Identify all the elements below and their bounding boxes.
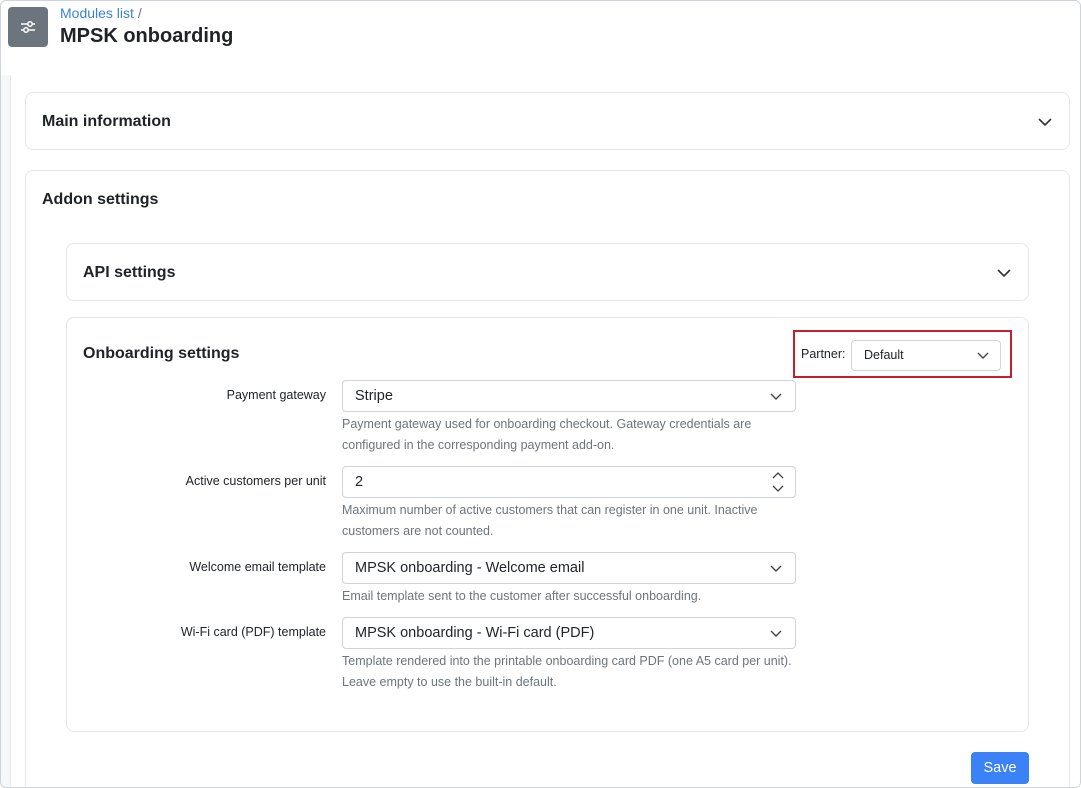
wifi-card-help: Template rendered into the printable onb… [342,654,792,689]
wifi-card-select[interactable]: MPSK onboarding - Wi-Fi card (PDF) [342,617,796,649]
chevron-down-icon [770,393,782,400]
wifi-card-value: MPSK onboarding - Wi-Fi card (PDF) [355,625,595,641]
breadcrumb: Modules list / [60,5,142,21]
welcome-email-help: Email template sent to the customer afte… [342,589,702,603]
partner-select-value: Default [864,348,904,362]
page-header: Modules list / MPSK onboarding [1,1,1080,75]
onboarding-settings-title: Onboarding settings [83,345,240,362]
active-customers-label: Active customers per unit [185,474,326,488]
api-settings-title: API settings [83,264,176,281]
active-customers-input[interactable]: 2 [342,466,796,498]
chevron-down-icon[interactable] [996,265,1012,281]
payment-gateway-select[interactable]: Stripe [342,380,796,412]
main-information-title: Main information [42,113,171,130]
active-customers-help: Maximum number of active customers that … [342,503,758,538]
chevron-down-icon[interactable] [1037,114,1053,130]
chevron-down-icon [977,352,989,359]
payment-gateway-value: Stripe [355,388,393,404]
wifi-card-label: Wi-Fi card (PDF) template [180,625,326,639]
welcome-email-select[interactable]: MPSK onboarding - Welcome email [342,552,796,584]
partner-label: Partner: [801,347,846,361]
sliders-icon [8,7,48,47]
number-stepper-icon[interactable] [771,470,785,494]
partner-highlight: Partner: Default [793,330,1012,378]
addon-settings-title: Addon settings [42,191,159,208]
breadcrumb-separator: / [137,5,142,21]
page-title: MPSK onboarding [60,25,234,47]
app-frame: Modules list / MPSK onboarding Main info… [0,0,1081,788]
active-customers-value: 2 [355,474,364,490]
main-information-card[interactable]: Main information [25,92,1070,150]
save-button[interactable]: Save [971,752,1029,784]
chevron-down-icon [770,565,782,572]
welcome-email-value: MPSK onboarding - Welcome email [355,560,585,576]
breadcrumb-modules-list[interactable]: Modules list [60,5,134,21]
payment-gateway-help: Payment gateway used for onboarding chec… [342,417,752,452]
chevron-down-icon [770,630,782,637]
payment-gateway-label: Payment gateway [226,388,326,402]
api-settings-card[interactable]: API settings [66,243,1029,301]
welcome-email-label: Welcome email template [189,560,326,574]
partner-select[interactable]: Default [851,340,1001,371]
